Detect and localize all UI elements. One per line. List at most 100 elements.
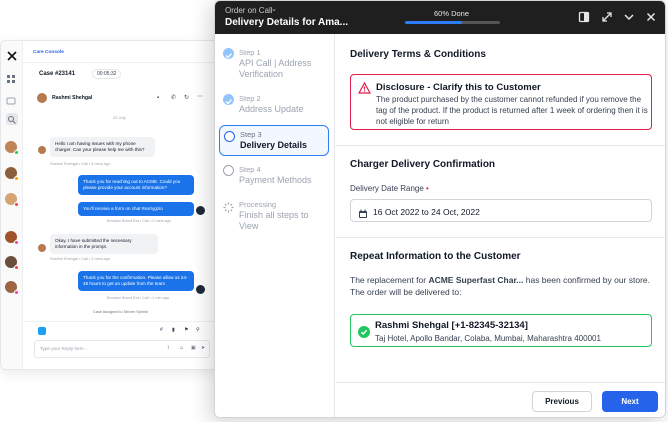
step-content: Delivery Terms & Conditions Disclosure -… [336,34,665,384]
modal-title: Delivery Details for Ama... [225,17,349,28]
customer-name-phone: Rashmi Shehgal [+1-82345-32134] [375,320,528,331]
inbox-icon[interactable] [6,93,18,105]
step-payment-methods[interactable]: Step 4 Payment Methods [219,165,329,191]
step-number: Step 2 [239,94,261,103]
alert-title: Disclosure - Clarify this to Customer [376,82,541,93]
avatar[interactable] [5,141,19,155]
date-range-value: 16 Oct 2022 to 24 Oct, 2022 [373,207,480,217]
flag-icon[interactable]: ⚑ [184,327,188,333]
repeat-text-prefix: The replacement for [350,275,429,285]
more-icon[interactable]: ⋯ [197,93,203,100]
message-meta: Rashmi Shehgal • Call • 2 mins ago [50,257,110,261]
link-icon[interactable]: ⚲ [196,327,200,333]
terms-heading: Delivery Terms & Conditions [350,49,486,60]
expand-icon[interactable] [600,10,614,24]
progress-bar [405,21,500,24]
logo-icon [6,49,18,61]
charger-heading: Charger Delivery Confirmation [350,159,496,170]
date-range-label-text: Delivery Date Range [350,184,424,193]
step-number: Step 1 [239,48,261,57]
mention-icon[interactable]: # [160,327,163,333]
case-timer: 00:05:32 [92,69,122,79]
side-panel-icon[interactable] [577,10,591,24]
avatar [38,146,46,154]
warning-icon [357,81,372,99]
divider [23,321,221,322]
progress-fill [405,21,462,24]
note-icon[interactable]: ▮ [172,327,175,333]
avatar[interactable] [5,193,19,207]
stepper: Step 1 API Call | Address Verification S… [215,34,335,417]
step-api-call[interactable]: Step 1 API Call | Address Verification [219,48,329,86]
repeat-heading: Repeat Information to the Customer [350,251,521,262]
avatar[interactable] [5,281,19,295]
avatar [38,244,46,252]
order-modal: Order on Call ⌄ Delivery Details for Ama… [214,0,666,418]
step-number: Step 4 [239,165,261,174]
step-label: Address Update [239,104,304,114]
message-incoming: Hello I am having issues with my phone c… [50,137,155,158]
date-range-label: Delivery Date Range • [350,184,429,193]
message-incoming: Okay, I have submitted the necessary inf… [50,234,158,255]
image-icon[interactable]: ▣ [191,345,196,351]
chevron-down-icon[interactable] [622,10,636,24]
divider [336,237,665,238]
alert-body: The product purchased by the customer ca… [376,95,648,126]
check-circle-icon [358,325,370,343]
emoji-icon[interactable]: ☺ [179,345,184,351]
step-label: Finish all steps to View [239,210,309,231]
assigned-note: Case Assigned to Shiven Sprinkl [93,310,148,314]
check-circle-icon [223,94,234,105]
step-processing: Processing Finish all steps to View [219,200,329,238]
modal-footer: Previous Next [336,382,665,417]
step-label: Delivery Details [240,140,308,150]
message-meta: Browser Brand Bot • Call • 2 mins ago [107,219,171,223]
bot-avatar [196,285,205,294]
send-icon[interactable]: ➤ [201,345,205,351]
reply-input[interactable]: Type your Reply here ... ⌇ ☺ ▣ ➤ [34,340,210,358]
check-circle-icon [223,48,234,59]
customer-address: Taj Hotel, Apollo Bandar, Colaba, Mumbai… [375,334,601,343]
twitter-icon[interactable] [38,327,46,335]
date-divider: 20 July [113,115,126,120]
step-label: API Call | Address Verification [239,58,312,79]
progress-label: 60% Done [434,9,470,18]
step-delivery-details[interactable]: Step 3 Delivery Details [219,125,329,156]
step-number: Step 3 [240,130,262,139]
step-label: Payment Methods [239,175,312,185]
close-icon[interactable] [644,10,658,24]
delivery-date-range-field[interactable]: 16 Oct 2022 to 24 Oct, 2022 [350,199,652,222]
avatar[interactable] [5,231,19,245]
previous-button[interactable]: Previous [532,391,592,412]
console-nav-rail [1,41,23,369]
video-icon[interactable]: ▪ [157,95,159,101]
care-console-window: Care Console Case #23141 00:05:32 Rashmi… [0,40,222,370]
step-address-update[interactable]: Step 2 Address Update [219,94,329,120]
reply-placeholder: Type your Reply here ... [40,346,89,351]
avatar[interactable] [5,256,19,270]
console-brand: Care Console [33,50,64,55]
bot-avatar [196,206,205,215]
message-outgoing: You'll receive a form on chat #sorrygzio [78,202,194,217]
circle-icon [224,131,235,142]
grid-icon[interactable] [6,71,18,83]
phone-icon[interactable]: ✆ [171,94,176,101]
attach-icon[interactable]: ⌇ [167,345,169,351]
search-icon[interactable] [6,113,18,125]
divider [23,62,221,63]
chevron-down-icon[interactable]: ⌄ [271,5,277,13]
message-meta: Browser Brand Bot • Call • 1 min ago [107,296,169,300]
disclosure-alert: Disclosure - Clarify this to Customer Th… [350,74,652,130]
message-outgoing: Thank you for reaching out to ACME. Coul… [78,175,194,196]
repeat-info-text: The replacement for ACME Superfast Char.… [350,274,652,298]
calendar-icon [358,206,368,224]
step-number: Processing [239,200,277,209]
avatar[interactable] [5,167,19,181]
spinner-icon [223,200,234,213]
refresh-icon[interactable]: ↻ [184,94,189,101]
product-name: ACME Superfast Char... [428,275,524,285]
next-button[interactable]: Next [602,391,658,412]
modal-subtitle: Order on Call [225,6,273,15]
divider [336,145,665,146]
case-id: Case #23141 [39,71,76,77]
